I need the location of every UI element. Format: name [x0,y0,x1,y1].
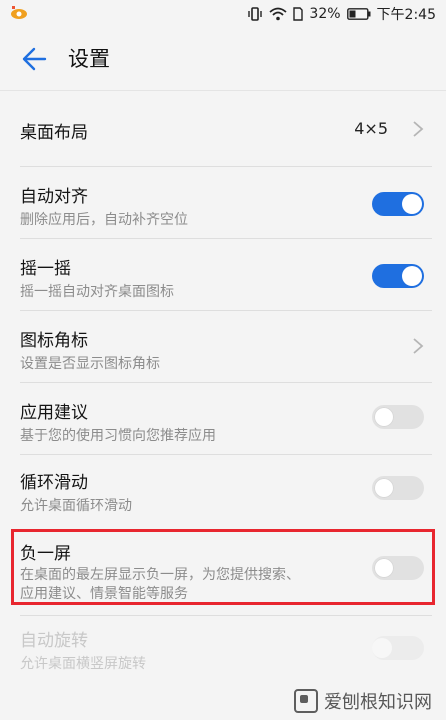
page-title: 设置 [68,47,110,71]
setting-app-suggestions[interactable]: 应用建议 基于您的使用习惯向您推荐应用 [0,383,446,455]
setting-label: 桌面布局 [20,123,88,143]
setting-auto-align[interactable]: 自动对齐 删除应用后，自动补齐空位 [0,167,446,239]
setting-icon-badge[interactable]: 图标角标 设置是否显示图标角标 [0,311,446,383]
setting-shake[interactable]: 摇一摇 摇一摇自动对齐桌面图标 [0,239,446,311]
setting-subtitle: 允许桌面循环滑动 [20,498,132,514]
setting-label: 摇一摇 [20,259,71,279]
setting-desktop-layout[interactable]: 桌面布局 4×5 [0,91,446,167]
setting-subtitle: 允许桌面横竖屏旋转 [20,656,146,672]
watermark-text: 爱刨根知识网 [324,692,432,713]
setting-subtitle: 设置是否显示图标角标 [20,356,160,372]
chevron-right-icon [413,121,424,137]
app-header: 设置 [0,28,446,90]
back-arrow-icon[interactable] [18,44,48,74]
setting-subtitle: 基于您的使用习惯向您推荐应用 [20,428,216,444]
highlight-box [11,529,435,605]
auto-rotate-toggle [372,636,424,660]
watermark: 爱刨根知识网 [294,688,432,714]
status-bar: 32% 下午2:45 [0,0,446,28]
shake-toggle[interactable] [372,264,424,288]
battery-percent: 32% [309,6,341,22]
setting-auto-rotate: 自动旋转 允许桌面横竖屏旋转 [0,616,446,688]
setting-label: 图标角标 [20,331,88,351]
app-suggestions-toggle[interactable] [372,405,424,429]
sim-card-icon [293,7,304,21]
setting-value: 4×5 [354,119,388,138]
setting-subtitle: 摇一摇自动对齐桌面图标 [20,284,174,300]
auto-align-toggle[interactable] [372,192,424,216]
setting-label: 自动旋转 [20,631,88,651]
watermark-logo-icon [294,689,318,713]
chevron-right-icon [413,338,424,354]
setting-subtitle: 删除应用后，自动补齐空位 [20,212,188,228]
clock: 下午2:45 [376,7,436,23]
setting-label: 循环滑动 [20,473,88,493]
wifi-icon [269,7,288,21]
setting-label: 自动对齐 [20,187,88,207]
battery-icon [346,8,371,20]
setting-loop-scroll[interactable]: 循环滑动 允许桌面循环滑动 [0,455,446,527]
vibrate-icon [248,7,263,21]
setting-label: 应用建议 [20,403,88,423]
loop-scroll-toggle[interactable] [372,476,424,500]
notification-eye-icon [11,6,27,19]
